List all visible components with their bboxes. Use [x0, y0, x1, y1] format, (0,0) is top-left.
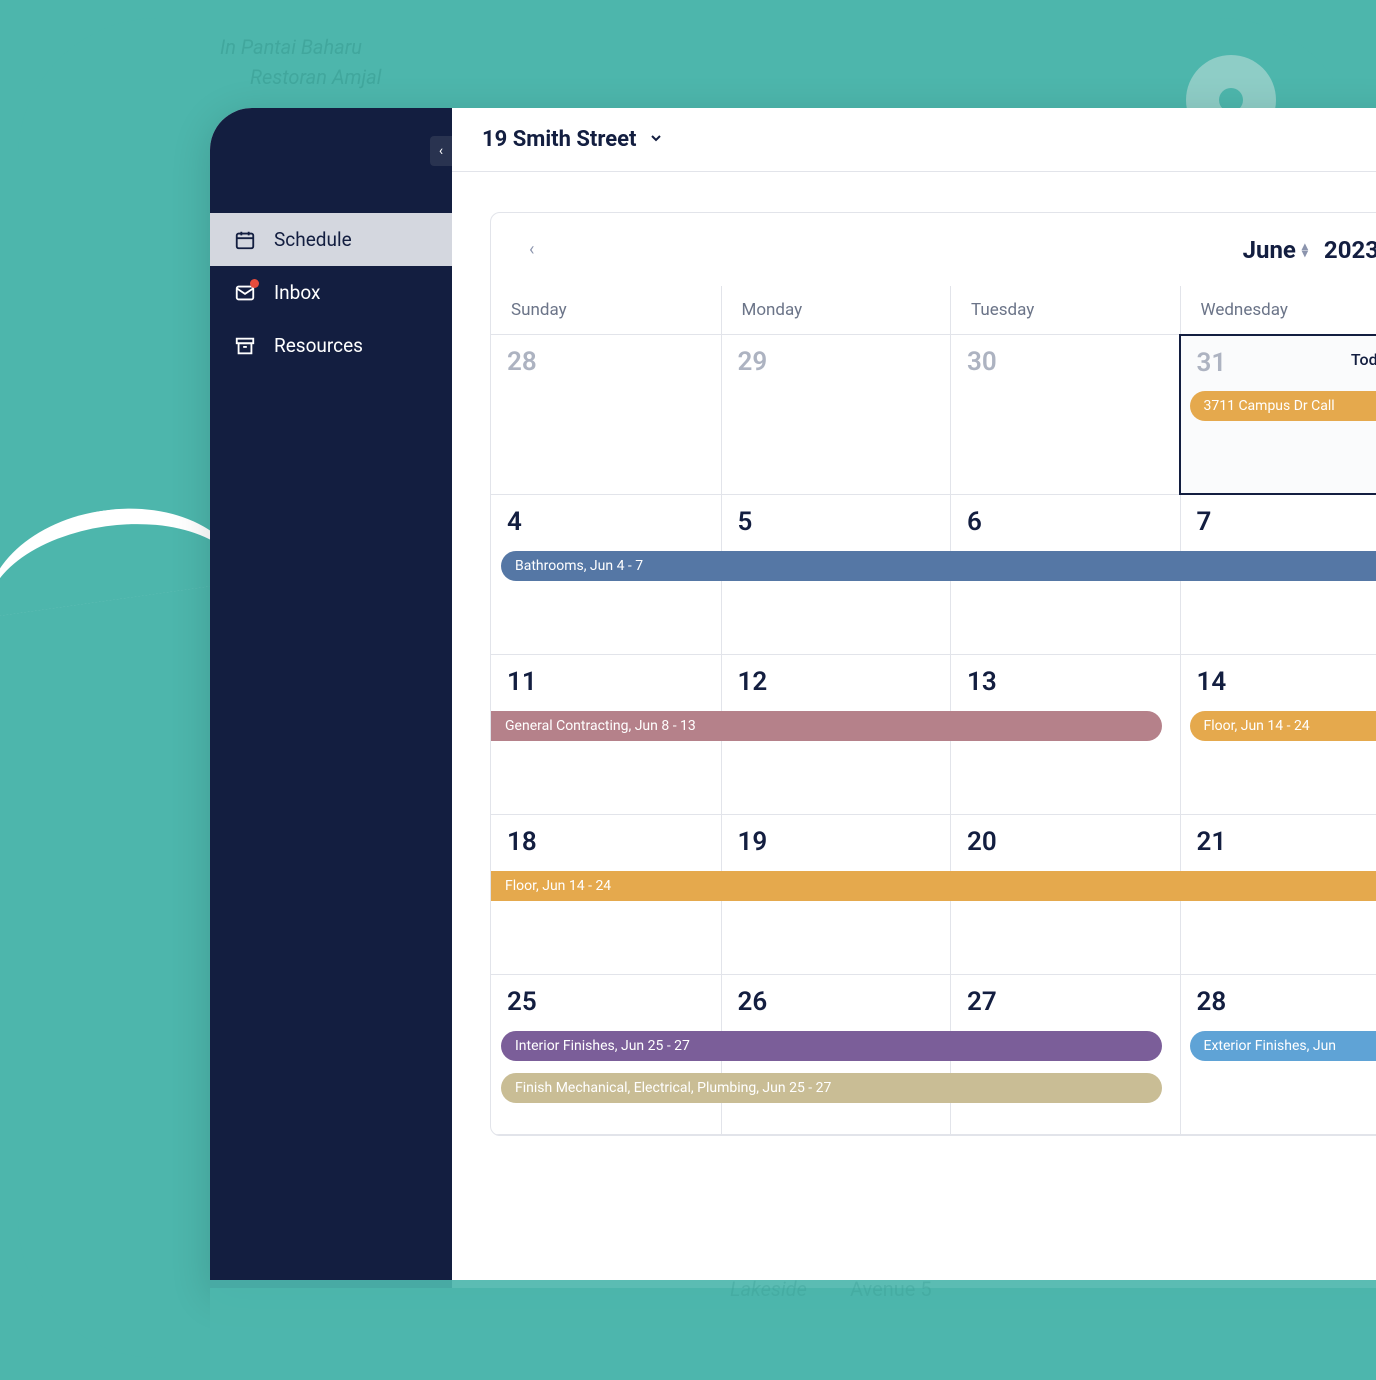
day-number: 19	[738, 827, 935, 857]
day-number: 12	[738, 667, 935, 697]
today-label: Today	[1351, 350, 1376, 369]
day-number: 29	[738, 347, 935, 377]
main-content: 19 Smith Street ‹ June ▴▾ 2023	[452, 108, 1376, 1288]
week-row: 18 19 20 21 Floor, Jun 14 - 24	[491, 815, 1376, 975]
calendar-container: ‹ June ▴▾ 2023 Sunday Monday Tuesday Wed…	[452, 172, 1376, 1136]
calendar-event[interactable]: 3711 Campus Dr Call	[1190, 391, 1376, 421]
day-number: 31	[1197, 348, 1376, 378]
day-header: Wednesday	[1180, 286, 1376, 334]
sidebar-collapse-button[interactable]: ‹	[430, 136, 452, 166]
map-label: Restoran Amjal	[250, 65, 381, 89]
sidebar-item-label: Schedule	[274, 228, 352, 251]
week-row: 11 12 13 14 General Contracting, Jun 8 -…	[491, 655, 1376, 815]
device-frame: ‹ Schedule Inbox Resources	[210, 108, 1376, 1288]
day-number: 13	[967, 667, 1164, 697]
sort-icon: ▴▾	[1302, 243, 1308, 257]
sidebar-item-resources[interactable]: Resources	[210, 319, 452, 372]
chevron-down-icon[interactable]	[648, 130, 664, 150]
day-number: 21	[1197, 827, 1376, 857]
calendar-icon	[234, 229, 256, 251]
day-headers-row: Sunday Monday Tuesday Wednesday	[491, 286, 1376, 335]
day-header: Tuesday	[950, 286, 1180, 334]
sidebar-item-label: Inbox	[274, 281, 320, 304]
calendar: ‹ June ▴▾ 2023 Sunday Monday Tuesday Wed…	[490, 212, 1376, 1136]
calendar-event[interactable]: General Contracting, Jun 8 - 13	[491, 711, 1162, 741]
archive-icon	[234, 335, 256, 357]
calendar-event[interactable]: Exterior Finishes, Jun	[1190, 1031, 1376, 1061]
week-row: 4 5 6 7 Bathrooms, Jun 4 - 7	[491, 495, 1376, 655]
day-number: 7	[1197, 507, 1376, 537]
sidebar-item-label: Resources	[274, 334, 363, 357]
calendar-month-year: June ▴▾ 2023	[1243, 236, 1376, 264]
header: 19 Smith Street	[452, 108, 1376, 172]
month-label: June	[1243, 236, 1296, 264]
sidebar-item-schedule[interactable]: Schedule	[210, 213, 452, 266]
day-number: 28	[507, 347, 705, 377]
calendar-event[interactable]: Finish Mechanical, Electrical, Plumbing,…	[501, 1073, 1162, 1103]
year-selector[interactable]: 2023	[1324, 236, 1376, 264]
map-label: In Pantai Baharu	[220, 35, 362, 59]
day-number: 14	[1197, 667, 1376, 697]
sidebar-nav: Schedule Inbox Resources	[210, 213, 452, 372]
mail-icon	[234, 282, 256, 304]
sidebar-item-inbox[interactable]: Inbox	[210, 266, 452, 319]
day-number: 27	[967, 987, 1164, 1017]
day-number: 18	[507, 827, 705, 857]
day-number: 25	[507, 987, 705, 1017]
day-cell[interactable]: 28	[491, 335, 721, 494]
calendar-event[interactable]: Floor, Jun 14 - 24	[491, 871, 1376, 901]
calendar-event[interactable]: Bathrooms, Jun 4 - 7	[501, 551, 1376, 581]
map-label: Lakeside	[730, 1277, 807, 1301]
month-selector[interactable]: June ▴▾	[1243, 236, 1308, 264]
calendar-header: ‹ June ▴▾ 2023	[491, 213, 1376, 286]
day-cell[interactable]: 30	[950, 335, 1180, 494]
chevron-left-icon: ‹	[439, 143, 443, 159]
day-number: 5	[738, 507, 935, 537]
calendar-event[interactable]: Floor, Jun 14 - 24	[1190, 711, 1376, 741]
week-row: 25 26 27 28 Interior Finishes, Jun 25 - …	[491, 975, 1376, 1135]
day-number: 30	[967, 347, 1164, 377]
property-selector[interactable]: 19 Smith Street	[482, 127, 636, 152]
map-label: Avenue 5	[850, 1277, 932, 1301]
calendar-prev-button[interactable]: ‹	[521, 235, 542, 264]
day-number: 20	[967, 827, 1164, 857]
day-number: 4	[507, 507, 705, 537]
sidebar: ‹ Schedule Inbox Resources	[210, 108, 452, 1288]
day-number: 11	[507, 667, 705, 697]
day-number: 26	[738, 987, 935, 1017]
calendar-event[interactable]: Interior Finishes, Jun 25 - 27	[501, 1031, 1162, 1061]
day-header: Monday	[721, 286, 951, 334]
day-cell[interactable]: 29	[721, 335, 951, 494]
day-number: 6	[967, 507, 1164, 537]
day-number: 28	[1197, 987, 1376, 1017]
day-header: Sunday	[491, 286, 721, 334]
week-row: 28 29 30 31 Today 3711 Campus Dr Call	[491, 335, 1376, 495]
